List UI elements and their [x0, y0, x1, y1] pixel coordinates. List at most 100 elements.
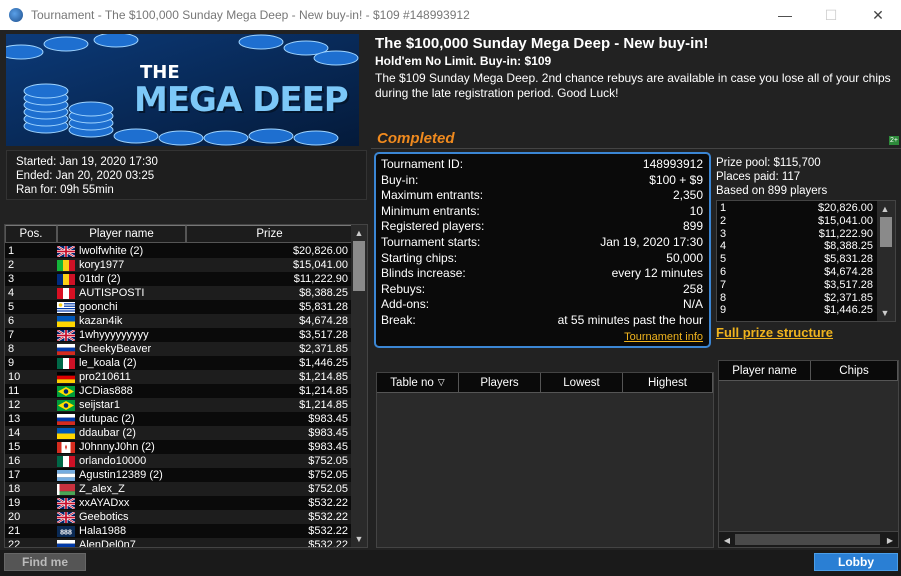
row-player-name: Geebotics	[79, 511, 129, 523]
row-position: 21	[8, 525, 21, 537]
row-position: 10	[8, 371, 21, 383]
close-button[interactable]: ✕	[855, 0, 901, 30]
players-scrollbar[interactable]: ▲ ▼	[351, 225, 367, 547]
flag-gb-icon	[56, 496, 79, 510]
table-row[interactable]: 6 kazan4ik $4,674.28	[5, 314, 353, 328]
table-row[interactable]: 2 kory1977 $15,041.00	[5, 258, 353, 272]
flag-de-icon	[57, 370, 79, 384]
table-row[interactable]: 4 AUTISPOSTI $8,388.25	[5, 286, 353, 300]
flag-ml-icon	[57, 258, 79, 272]
prize-list[interactable]: 1 $20,826.00 2 $15,041.00 3 $11,222.90 4 $8,388…	[716, 200, 896, 322]
row-position: 4	[8, 287, 15, 299]
row-player-name: goonchi	[79, 301, 118, 313]
prize-row: 6 $4,674.28	[717, 266, 877, 279]
table-row[interactable]: 21 888 Hala1988 $532.22	[5, 524, 353, 538]
table-row[interactable]: 20 Geebotics $532.22	[5, 510, 353, 524]
detail-row: Tournament starts: Jan 19, 2020 17:30	[381, 235, 703, 251]
row-position: 22	[8, 539, 21, 548]
row-player-name: orlando10000	[79, 455, 147, 467]
scroll-right-icon[interactable]: ▶	[882, 532, 898, 548]
col-player-name[interactable]: Player name	[57, 225, 186, 243]
col-player-name[interactable]: Player name	[719, 361, 811, 380]
scroll-up-icon[interactable]: ▲	[351, 225, 367, 241]
prize-place: 7	[720, 278, 727, 291]
detail-value: N/A	[682, 297, 703, 312]
prize-row: 8 $2,371.85	[717, 292, 877, 305]
tables-list: Table no ▽ Players Lowest Highest	[376, 372, 714, 548]
ran-text: Ran for: 09h 55min	[16, 184, 114, 196]
table-players-list: Player name Chips ◀ ▶	[718, 360, 899, 548]
col-highest[interactable]: Highest	[623, 373, 713, 392]
col-table-no[interactable]: Table no ▽	[377, 373, 459, 392]
col-players[interactable]: Players	[459, 373, 541, 392]
scroll-down-icon[interactable]: ▼	[351, 531, 367, 547]
table-row[interactable]: 7 1whyyyyyyyyy $3,517.28	[5, 328, 353, 342]
table-row[interactable]: 16 orlando10000 $752.05	[5, 454, 353, 468]
table-row[interactable]: 3 01tdr (2) $11,222.90	[5, 272, 353, 286]
row-player-name: Hala1988	[79, 525, 127, 537]
row-prize: $15,041.00	[292, 259, 348, 271]
table-row[interactable]: 15 J0hnnyJ0hn (2) $983.45	[5, 440, 353, 454]
row-position: 2	[8, 259, 15, 271]
prize-place: 9	[720, 304, 727, 317]
scroll-thumb[interactable]	[880, 217, 892, 247]
row-prize: $3,517.28	[299, 329, 348, 341]
row-prize: $532.22	[308, 525, 348, 537]
tournament-timing: Started: Jan 19, 2020 17:30 Ended: Jan 2…	[6, 150, 367, 200]
tournament-info-link[interactable]: Tournament info	[624, 331, 703, 343]
row-player-name: AlenDel0n7	[79, 539, 136, 548]
col-pos[interactable]: Pos.	[5, 225, 57, 243]
table-row[interactable]: 11 JCDias888 $1,214.85	[5, 384, 353, 398]
detail-row: Blinds increase: every 12 minutes	[381, 266, 703, 282]
col-prize[interactable]: Prize	[186, 225, 353, 243]
detail-value: 10	[689, 203, 703, 218]
table-row[interactable]: 18 Z_alex_Z $752.05	[5, 482, 353, 496]
lobby-button[interactable]: Lobby	[814, 553, 898, 571]
prize-place: 6	[720, 265, 727, 278]
table-row[interactable]: 5 goonchi $5,831.28	[5, 300, 353, 314]
table-row[interactable]: 19 xxAYADxx $532.22	[5, 496, 353, 510]
table-row[interactable]: 12 seijstar1 $1,214.85	[5, 398, 353, 412]
row-prize: $752.05	[308, 455, 348, 467]
table-row[interactable]: 10 pro210611 $1,214.85	[5, 370, 353, 384]
row-position: 19	[8, 497, 21, 509]
detail-value: 148993912	[642, 157, 703, 171]
detail-label: Break:	[381, 312, 416, 327]
scroll-thumb[interactable]	[735, 534, 880, 545]
row-prize: $532.22	[308, 511, 348, 523]
detail-label: Tournament starts:	[381, 234, 481, 249]
find-me-button[interactable]: Find me	[4, 553, 86, 571]
tournament-window: THE MEGA DEEP Started: Jan 19, 2020 17:3…	[0, 30, 901, 576]
col-lowest[interactable]: Lowest	[541, 373, 623, 392]
scroll-down-icon[interactable]: ▼	[877, 305, 893, 321]
started-text: Started: Jan 19, 2020 17:30	[16, 156, 158, 168]
table-row[interactable]: 8 CheekyBeaver $2,371.85	[5, 342, 353, 356]
scroll-thumb[interactable]	[353, 241, 365, 291]
scroll-up-icon[interactable]: ▲	[877, 201, 893, 217]
window-titlebar: Tournament - The $100,000 Sunday Mega De…	[0, 0, 901, 30]
table-row[interactable]: 9 le_koala (2) $1,446.25	[5, 356, 353, 370]
tournament-title: The $100,000 Sunday Mega Deep - New buy-…	[375, 35, 709, 52]
detail-label: Maximum entrants:	[381, 188, 484, 203]
detail-label: Add-ons:	[381, 297, 430, 312]
row-player-name: seijstar1	[79, 399, 120, 411]
row-position: 1	[8, 245, 15, 257]
horizontal-scrollbar[interactable]: ◀ ▶	[719, 531, 898, 547]
table-row[interactable]: 22 AlenDel0n7 $532.22	[5, 538, 353, 548]
flag-br-icon	[57, 398, 79, 412]
table-row[interactable]: 1 lwolfwhite (2) $20,826.00	[5, 244, 353, 258]
table-row[interactable]: 17 Agustin12389 (2) $752.05	[5, 468, 353, 482]
table-row[interactable]: 13 dutupac (2) $983.45	[5, 412, 353, 426]
row-prize: $1,214.85	[299, 399, 348, 411]
detail-label: Starting chips:	[381, 250, 458, 265]
detail-row: Break: at 55 minutes past the hour	[381, 313, 703, 329]
maximize-button[interactable]: ☐	[808, 0, 854, 30]
col-chips[interactable]: Chips	[811, 361, 898, 380]
prize-list-scrollbar[interactable]: ▲ ▼	[877, 201, 895, 321]
table-row[interactable]: 14 ddaubar (2) $983.45	[5, 426, 353, 440]
scroll-left-icon[interactable]: ◀	[719, 532, 735, 548]
minimize-button[interactable]: —	[762, 0, 808, 30]
row-position: 3	[8, 273, 15, 285]
tables-list-header: Table no ▽ Players Lowest Highest	[377, 373, 713, 393]
full-prize-structure-link[interactable]: Full prize structure	[716, 325, 833, 340]
